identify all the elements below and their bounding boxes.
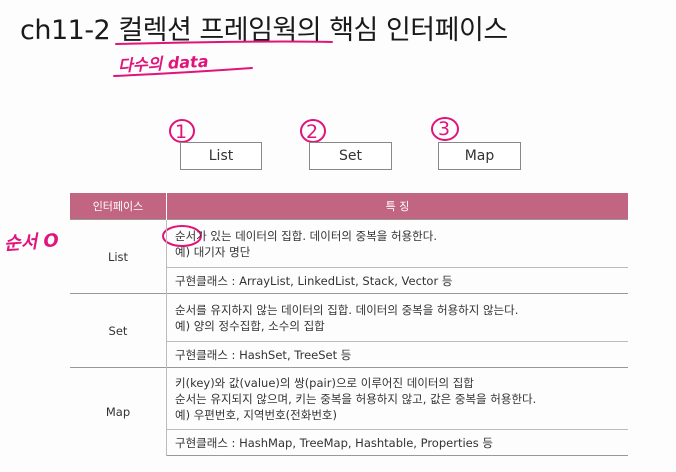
header-interface: 인터페이스	[70, 193, 167, 220]
row-classes-map: 구현클래스 : HashMap, TreeMap, Hashtable, Pro…	[166, 429, 628, 456]
row-desc-list: 순서가 있는 데이터의 집합. 데이터의 중복을 허용한다. 예) 대기자 명단	[166, 219, 628, 268]
interface-box-set: Set	[309, 142, 392, 170]
row-desc-map: 키(key)와 값(value)의 쌍(pair)으로 이루어진 데이터의 집합…	[166, 367, 628, 430]
desc-line: 순서가 있는 데이터의 집합. 데이터의 중복을 허용한다.	[175, 228, 438, 243]
interface-feature-table: 인터페이스 특 징 List 순서가 있는 데이터의 집합. 데이터의 중복을 …	[70, 193, 628, 456]
header-features: 특 징	[166, 193, 628, 220]
page-title: ch11-2 컬렉션 프레임웍의 핵심 인터페이스	[20, 15, 508, 46]
interface-box-list: List	[180, 142, 262, 170]
row-classes-list: 구현클래스 : ArrayList, LinkedList, Stack, Ve…	[166, 267, 628, 294]
row-name-map: Map	[70, 367, 167, 456]
handwritten-circle-3: 3	[438, 118, 451, 140]
row-name-list: List	[70, 219, 167, 294]
desc-line: 순서를 유지하지 않는 데이터의 집합. 데이터의 중복을 허용하지 않는다.	[175, 302, 519, 317]
row-name-set: Set	[70, 293, 167, 368]
row-desc-set: 순서를 유지하지 않는 데이터의 집합. 데이터의 중복을 허용하지 않는다. …	[166, 293, 628, 342]
handwritten-circle-2: 2	[306, 121, 319, 143]
handwritten-circle-1: 1	[175, 121, 188, 143]
handwritten-note-order: 순서 O	[3, 230, 60, 255]
desc-line: 순서는 유지되지 않으며, 키는 중복을 허용하지 않고, 값은 중복을 허용한…	[175, 391, 537, 406]
desc-line: 키(key)와 값(value)의 쌍(pair)으로 이루어진 데이터의 집합	[175, 375, 474, 390]
handwritten-note-data: 다수의 data	[117, 51, 209, 76]
desc-line: 예) 양의 정수집합, 소수의 집합	[175, 318, 325, 333]
desc-line: 예) 대기자 명단	[175, 244, 251, 259]
desc-line: 예) 우편번호, 지역번호(전화번호)	[175, 407, 337, 422]
interface-box-map: Map	[438, 142, 521, 170]
row-classes-set: 구현클래스 : HashSet, TreeSet 등	[166, 341, 628, 368]
